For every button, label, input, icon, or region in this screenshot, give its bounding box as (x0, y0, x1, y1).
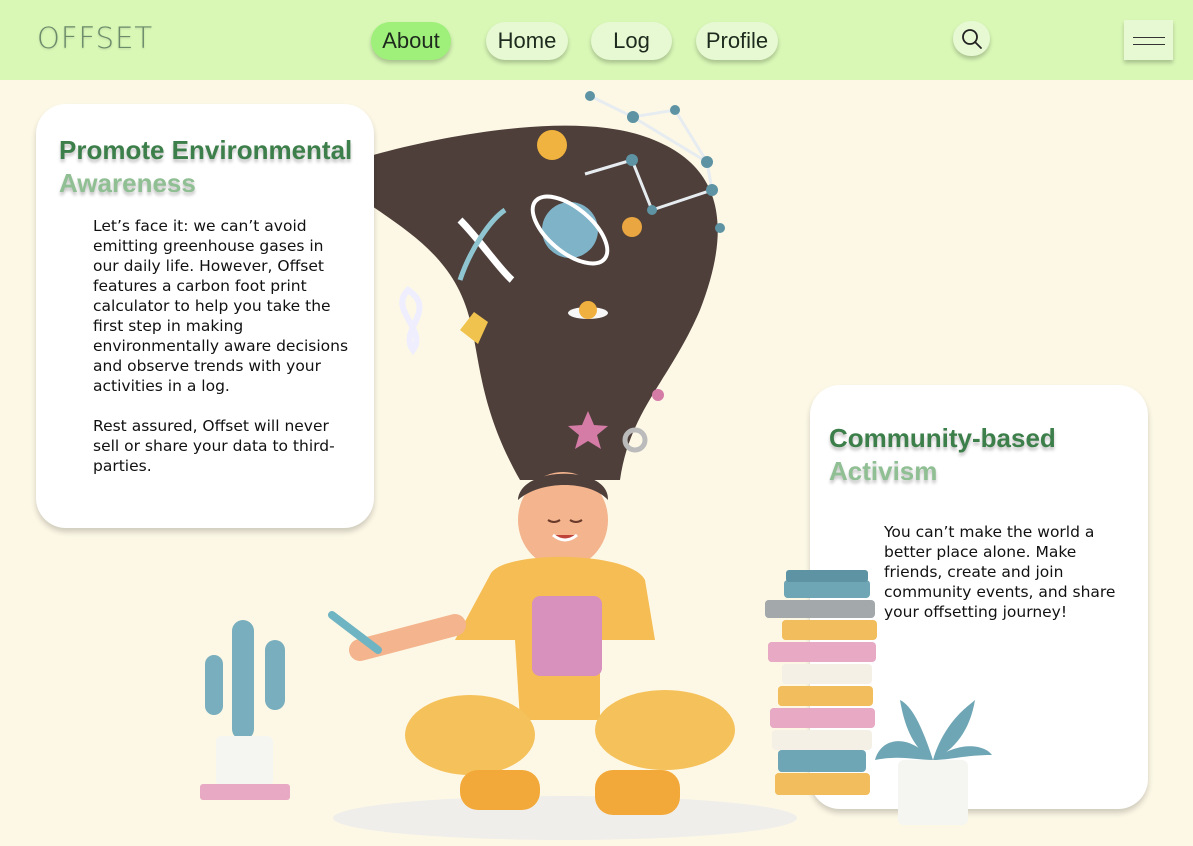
nav-home[interactable]: Home (486, 22, 568, 60)
logo[interactable]: OFFSET (37, 21, 153, 55)
hamburger-line (1133, 44, 1165, 45)
nav-log[interactable]: Log (591, 22, 672, 60)
search-icon (961, 28, 982, 49)
plant-leaves-front (875, 700, 992, 760)
hamburger-menu-icon (1133, 37, 1165, 38)
top-nav-bar: OFFSET About Home Log Profile (0, 0, 1193, 80)
nav-about[interactable]: About (371, 22, 451, 60)
nav-log-label: Log (613, 28, 650, 53)
foreground-objects (765, 570, 992, 825)
plant-pot-front (898, 760, 968, 825)
book-stack-front (765, 570, 877, 795)
nav-home-label: Home (497, 28, 557, 53)
nav-about-label: About (382, 28, 440, 53)
menu-button[interactable] (1124, 20, 1173, 60)
nav-profile[interactable]: Profile (696, 22, 778, 60)
search-button[interactable] (953, 21, 990, 56)
nav-profile-label: Profile (705, 28, 769, 53)
